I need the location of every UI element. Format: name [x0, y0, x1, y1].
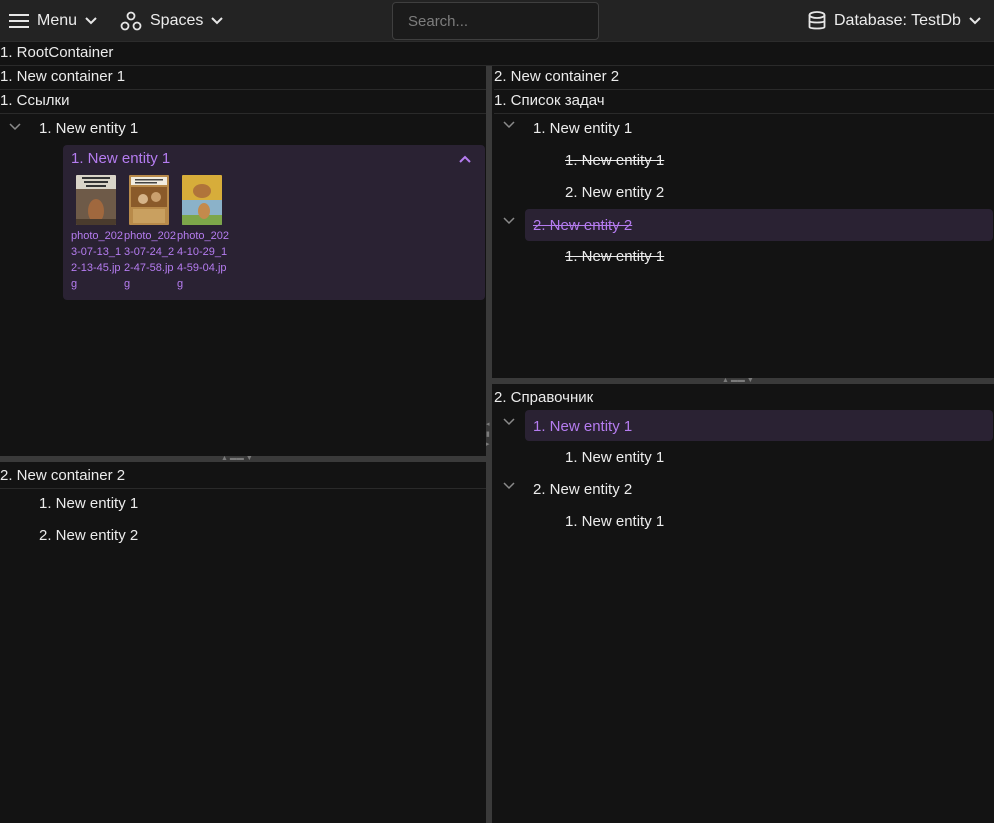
tree-item-label: 2. New entity 2 [533, 216, 633, 234]
container-title: 2. New container 2 [0, 467, 126, 484]
tree-item-entity[interactable]: 2. New entity 2 [39, 519, 138, 551]
task-label: 1. New entity 1 [565, 247, 665, 265]
task-item-completed[interactable]: 1. New entity 1 [565, 144, 664, 176]
chevron-down-icon[interactable] [502, 415, 516, 429]
tree-item-entity-selected[interactable]: 1. New entity 1 [533, 410, 632, 442]
splitter-grip-icon: ▲ ▬▬ ▼ [221, 455, 253, 462]
chevron-down-icon [969, 17, 981, 25]
top-bar: Menu Spaces Database: TestDb [0, 0, 994, 42]
hamburger-icon [9, 14, 29, 28]
attachment-filename: photo_2023-07-24_22-47-58.jpg [124, 230, 176, 290]
container-title: 2. New container 2 [494, 68, 620, 85]
container-title: 1. New container 1 [0, 68, 126, 85]
task-label: 1. New entity 1 [565, 151, 665, 169]
database-label: Database: TestDb [834, 12, 961, 29]
section-title: 2. Справочник [494, 389, 594, 406]
database-selector[interactable]: Database: TestDb [808, 0, 981, 42]
spaces-icon [120, 11, 142, 31]
attachment-file[interactable]: photo_2023-07-24_22-47-58.jpg [124, 175, 178, 292]
entity-card[interactable]: 1. New entity 1 photo_2023-07-13_12-13-4… [63, 145, 485, 300]
container-header[interactable]: 2. New container 2 [494, 66, 994, 90]
chevron-down-icon[interactable] [8, 120, 22, 134]
attachment-file[interactable]: photo_2023-07-13_12-13-45.jpg [71, 175, 125, 292]
container-header[interactable]: 1. New container 1 [0, 66, 486, 90]
spaces-label: Spaces [150, 12, 204, 29]
vertical-splitter[interactable]: ◂ ▮ ▸ [486, 66, 492, 823]
splitter-grip-icon: ◂ ▮ ▸ [486, 421, 490, 448]
tree-item-entity[interactable]: 2. New entity 2 [533, 473, 632, 505]
section-header[interactable]: 2. Справочник [494, 387, 994, 411]
attachment-filename: photo_2023-07-13_12-13-45.jpg [71, 230, 123, 290]
chevron-down-icon[interactable] [502, 118, 516, 132]
tree-item-entity[interactable]: 1. New entity 1 [533, 112, 632, 144]
tree-item-entity[interactable]: 1. New entity 1 [39, 487, 138, 519]
tree-item-label: 1. New entity 1 [565, 512, 665, 530]
tree-item-label: 1. New entity 1 [39, 119, 139, 137]
spaces-button[interactable]: Spaces [120, 0, 224, 42]
database-icon [808, 11, 826, 30]
container-header[interactable]: 2. New container 2 [0, 465, 486, 489]
tree-item-entity-selected[interactable]: 2. New entity 2 [533, 209, 632, 241]
tree-item-entity[interactable]: 1. New entity 1 [565, 441, 664, 473]
image-thumbnail [76, 175, 116, 225]
chevron-down-icon[interactable] [502, 214, 516, 228]
tree-item-entity[interactable]: 1. New entity 1 [39, 112, 138, 144]
chevron-down-icon [85, 17, 97, 25]
task-item[interactable]: 2. New entity 2 [565, 176, 664, 208]
attachment-filename: photo_2024-10-29_14-59-04.jpg [177, 230, 229, 290]
section-title: 1. Список задач [494, 92, 605, 109]
menu-button[interactable]: Menu [9, 0, 97, 42]
tree-item-label: 2. New entity 2 [533, 480, 633, 498]
chevron-down-icon[interactable] [502, 479, 516, 493]
tree-item-label: 1. New entity 1 [565, 448, 665, 466]
tree-item-label: 1. New entity 1 [39, 494, 139, 512]
task-label: 2. New entity 2 [565, 183, 665, 201]
tree-item-label: 1. New entity 1 [533, 417, 633, 435]
root-container-title: 1. RootContainer [0, 44, 114, 61]
image-thumbnail [182, 175, 222, 225]
horizontal-splitter[interactable]: ▲ ▬▬ ▼ [492, 377, 994, 384]
attachment-file[interactable]: photo_2024-10-29_14-59-04.jpg [177, 175, 231, 292]
task-item-completed[interactable]: 1. New entity 1 [565, 240, 664, 272]
image-thumbnail [129, 175, 169, 225]
horizontal-splitter[interactable]: ▲ ▬▬ ▼ [0, 455, 486, 462]
chevron-down-icon [211, 17, 224, 25]
tree-item-entity[interactable]: 1. New entity 1 [565, 505, 664, 537]
root-container-header[interactable]: 1. RootContainer [0, 42, 994, 66]
section-title: 1. Ссылки [0, 92, 70, 109]
section-header[interactable]: 1. Ссылки [0, 90, 486, 114]
menu-label: Menu [37, 12, 78, 29]
splitter-grip-icon: ▲ ▬▬ ▼ [722, 377, 754, 384]
search-input[interactable] [392, 2, 599, 40]
tree-item-label: 1. New entity 1 [533, 119, 633, 137]
tree-item-label: 2. New entity 2 [39, 526, 139, 544]
section-header[interactable]: 1. Список задач [494, 90, 994, 114]
chevron-up-icon[interactable] [458, 154, 472, 164]
entity-card-title: 1. New entity 1 [71, 150, 171, 167]
